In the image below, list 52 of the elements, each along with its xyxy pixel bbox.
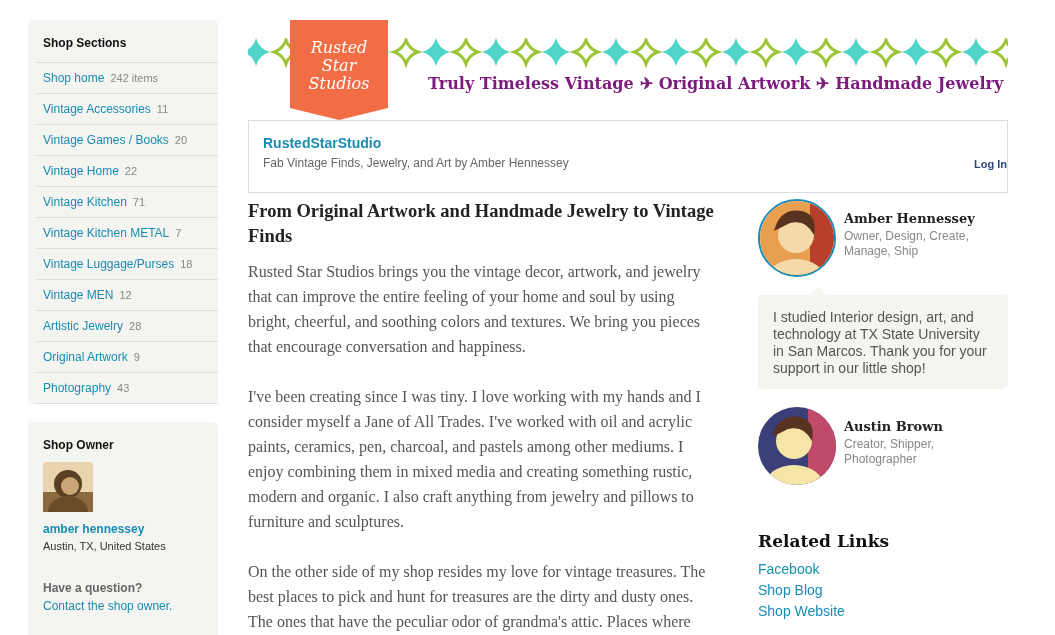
section-link[interactable]: Vintage Kitchen [43,194,127,211]
section-link[interactable]: Vintage Kitchen METAL [43,225,170,242]
logo-text: Rusted [310,39,368,57]
related-link[interactable]: Facebook [758,559,820,581]
item-count: 7 [175,226,182,241]
item-count: 9 [133,350,140,365]
about-paragraph: On the other side of my shop resides my love for vintage treasures. The best places to pick and hunt for treasures are the dirty and dusty ones. The ones that have the peculiar odor of grandma's attic. Places where [248,562,707,633]
owner-location: Austin, TX, United States [43,539,166,554]
item-count: 12 [119,288,132,303]
section-link[interactable]: Original Artwork [43,349,128,366]
section-heading: Shop Sections [42,35,128,52]
section-link[interactable]: Vintage Home [43,163,119,180]
section-link[interactable]: Photography [43,380,112,397]
item-count: 11 [156,102,169,117]
section-link[interactable]: Vintage Games / Books [43,132,169,149]
member-roles: Creator, Shipper, Photographer [844,436,936,467]
about-heading: From Original Artwork and Handmade Jewelry to Vintage Finds [248,200,715,248]
shop-name-link[interactable]: RustedStarStudio [263,133,569,154]
item-count: 71 [132,195,146,210]
question-label: Have a question? [43,579,143,597]
section-link[interactable]: Vintage Luggage/Purses [43,256,175,273]
member-name: Austin Brown [844,418,944,436]
plane-glyph: ✈ [816,73,830,95]
section-link[interactable]: Vintage Accessories [43,101,151,118]
tagline-text: Truly Timeless Vintage [428,73,634,95]
owner-name-link[interactable]: amber hennessey [43,520,145,538]
related-link[interactable]: Shop Blog [758,580,823,602]
plane-glyph: ✈ [639,73,653,95]
tagline-text: Handmade Jewelry [835,73,1004,95]
contact-link[interactable]: Contact the shop owner. [43,596,173,615]
item-count: 28 [129,319,142,334]
related-link[interactable]: Shop Website [758,601,845,623]
section-link[interactable]: Artistic Jewelry [43,318,123,335]
login-link[interactable]: Log In [974,155,1007,172]
section-heading: Shop Owner [43,437,115,454]
section-link[interactable]: Vintage MEN [43,287,114,304]
item-count: 20 [174,133,188,148]
member-name: Amber Hennessey [844,210,976,228]
logo-text: Star [321,57,357,75]
logo-text: Studios [308,75,370,93]
tagline-text: Original Artwork [658,73,811,95]
member-bio: I studied Interior design, art, and technology at TX State University in San Marcos. Thank you for your support in our little shop! [758,295,1008,389]
about-paragraph: Rusted Star Studios brings you the vintage decor, artwork, and jewelry that can improve the entire feeling of your home and soul by using bright, cheerful, and soothing colors and textures. We bring you pieces that encourage conversation and happiness. [248,262,702,358]
related-links-heading: Related Links [758,531,890,552]
item-count: 43 [117,381,130,396]
section-link[interactable]: Shop home [43,70,105,87]
item-count: 18 [180,257,193,272]
item-count: 22 [124,164,138,179]
shop-subtitle: Fab Vintage Finds, Jewelry, and Art by Amber Hennessey [263,155,569,172]
about-paragraph: I've been creating since I was tiny. I love working with my hands and I consider myself a Jane of All Trades. I've worked with oil and acrylic paints, ceramics, pen, charcoal, and pastels among other mediums. I enjoy combining them in mixed media and creating something rustic, modern and organic. I also craft anything from jewelry and pillows to furniture and sculptures. [248,387,702,533]
member-roles: Owner, Design, Create, Manage, Ship [844,228,970,259]
item-count: 242 items [110,71,159,86]
